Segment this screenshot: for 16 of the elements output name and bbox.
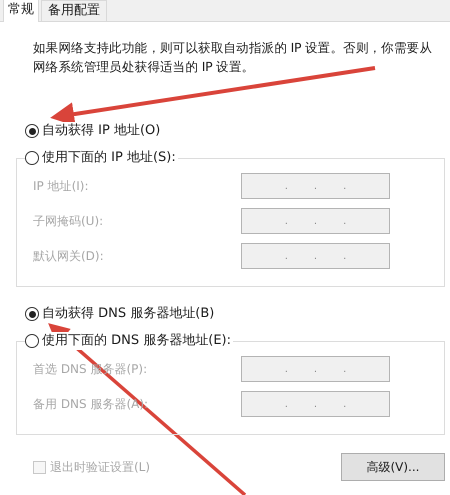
radio-button[interactable] [25,334,39,348]
field-label: 子网掩码(U): [33,213,104,230]
advanced-button[interactable]: 高级(V)... [341,453,445,481]
radio-label: 自动获得 IP 地址(O) [42,122,160,140]
tab[interactable]: 常规 [3,0,39,22]
radio-label: 使用下面的 IP 地址(S): [42,149,176,167]
radio-label: 使用下面的 DNS 服务器地址(E): [42,332,231,350]
tab[interactable]: 备用配置 [41,0,107,21]
radio-button[interactable] [25,124,39,138]
field-label: IP 地址(I): [33,178,90,195]
radio-button[interactable] [25,151,39,165]
description-text: 如果网络支持此功能，则可以获取自动指派的 IP 设置。否则，你需要从网络系统管理员处获得适当的 IP 设置。 [33,39,433,76]
radio-button[interactable] [25,307,39,321]
field-label: 默认网关(D): [33,248,105,265]
radio-label: 自动获得 DNS 服务器地址(B) [42,305,214,323]
checkbox-label: 退出时验证设置(L) [50,459,150,476]
